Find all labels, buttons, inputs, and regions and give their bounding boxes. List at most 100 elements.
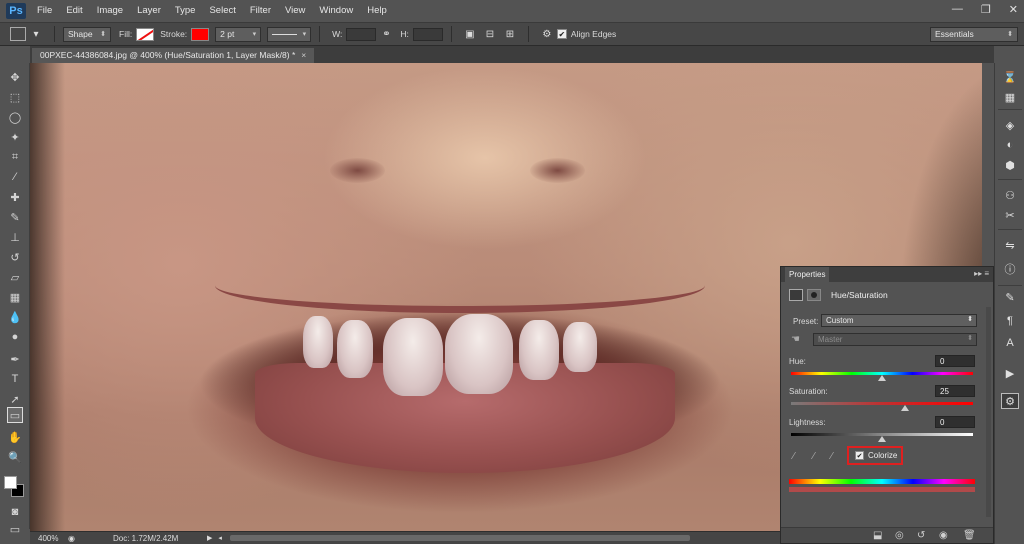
status-info-icon[interactable]: ◉ [68, 534, 75, 543]
menu-filter[interactable]: Filter [243, 0, 278, 22]
brush-presets-panel-icon[interactable]: ✂ [1001, 207, 1019, 223]
eraser-tool-icon[interactable]: ▱ [7, 269, 23, 285]
document-tab[interactable]: 00PXEC-44386084.jpg @ 400% (Hue/Saturati… [32, 48, 315, 63]
saturation-value-field[interactable]: 25 [935, 385, 975, 397]
height-field[interactable] [412, 27, 443, 41]
magic-wand-tool-icon[interactable]: ✦ [7, 129, 23, 145]
close-tab-icon[interactable]: × [301, 50, 306, 60]
actions-panel-icon[interactable]: ▶ [1001, 365, 1019, 381]
brush-panel-icon[interactable]: ✎ [1001, 289, 1019, 305]
move-tool-icon[interactable]: ✥ [7, 69, 23, 85]
hue-slider-thumb[interactable] [878, 375, 886, 381]
saturation-slider[interactable] [791, 402, 973, 405]
lightness-value-field[interactable]: 0 [935, 416, 975, 428]
align-edges-checkbox[interactable]: ✔ [556, 29, 567, 39]
crop-tool-icon[interactable]: ⌗ [7, 149, 23, 165]
adjustment-icon[interactable] [789, 289, 803, 301]
output-color-bar [789, 487, 975, 492]
view-previous-icon[interactable]: ◎ [895, 530, 904, 541]
blur-tool-icon[interactable]: 💧 [7, 309, 23, 325]
menu-view[interactable]: View [278, 0, 312, 22]
channel-dropdown[interactable]: Master ⬍ [813, 333, 977, 346]
eyedropper-icon[interactable]: ⁄ [793, 451, 795, 462]
gear-icon[interactable]: ⚙ [540, 28, 554, 40]
path-selection-tool-icon[interactable]: ➚ [7, 391, 23, 407]
visibility-eye-icon[interactable]: ◉ [939, 530, 948, 541]
eyedropper-tool-icon[interactable]: ⁄ [7, 169, 23, 185]
lightness-slider-thumb[interactable] [878, 436, 886, 442]
colorize-checkbox[interactable]: ✔ [855, 451, 864, 460]
marquee-tool-icon[interactable]: ⬚ [7, 89, 23, 105]
tool-preset-chevron-icon[interactable]: ▾ [29, 28, 43, 40]
screen-mode-icon[interactable]: ▭ [7, 521, 23, 537]
link-icon[interactable]: ⚭ [379, 28, 393, 40]
paragraph-panel-icon[interactable]: ¶ [1001, 313, 1019, 329]
clip-to-layer-icon[interactable]: ⬓ [873, 530, 882, 541]
path-arrangement-icon[interactable]: ⊞ [503, 28, 517, 40]
stroke-type-dropdown[interactable]: ▾ [267, 26, 312, 42]
zoom-level[interactable]: 400% [30, 534, 64, 543]
lasso-tool-icon[interactable]: ◯ [7, 109, 23, 125]
stroke-swatch[interactable] [191, 27, 210, 41]
pen-tool-icon[interactable]: ✒ [7, 351, 23, 367]
brush-tool-icon[interactable]: ✎ [7, 209, 23, 225]
saturation-slider-thumb[interactable] [900, 405, 909, 411]
menu-layer[interactable]: Layer [130, 0, 168, 22]
close-button[interactable]: ✕ [1009, 3, 1018, 16]
scroll-left-icon[interactable]: ◂ [218, 534, 222, 542]
channels-panel-icon[interactable]: ◐ [1001, 137, 1019, 153]
menu-help[interactable]: Help [360, 0, 394, 22]
width-label: W: [332, 29, 343, 39]
horizontal-scrollbar[interactable] [229, 535, 690, 541]
healing-brush-tool-icon[interactable]: ✚ [7, 189, 23, 205]
history-panel-icon[interactable]: ⌛ [1001, 69, 1019, 85]
layers-panel-icon[interactable]: ◈ [1001, 117, 1019, 133]
rectangle-tool-icon[interactable]: ▭ [7, 407, 23, 423]
gradient-tool-icon[interactable]: ▦ [7, 289, 23, 305]
dodge-tool-icon[interactable]: ● [7, 329, 23, 345]
paths-panel-icon[interactable]: ⬢ [1001, 157, 1019, 173]
info-panel-icon[interactable]: ⓘ [1001, 261, 1019, 277]
saturation-label: Saturation: [789, 387, 828, 396]
eyedropper-minus-icon[interactable]: ⁄ [831, 451, 833, 462]
path-alignment-icon[interactable]: ⊟ [483, 28, 497, 40]
menu-file[interactable]: File [30, 0, 59, 22]
layer-mask-icon[interactable] [807, 289, 821, 301]
type-tool-icon[interactable]: T [7, 371, 23, 387]
restore-button[interactable]: ❐ [981, 3, 991, 16]
hue-value-field[interactable]: 0 [935, 355, 975, 367]
stroke-width-dropdown[interactable]: 2 pt ▾ [215, 26, 262, 42]
status-menu-arrow-icon[interactable]: ▶ [207, 534, 212, 542]
reset-icon[interactable]: ↺ [917, 530, 925, 541]
eyedropper-plus-icon[interactable]: ⁄ [813, 451, 815, 462]
zoom-tool-icon[interactable]: 🔍 [7, 449, 23, 465]
minimize-button[interactable]: — [952, 3, 963, 16]
menu-window[interactable]: Window [312, 0, 360, 22]
clone-stamp-tool-icon[interactable]: ⊥ [7, 229, 23, 245]
fill-swatch[interactable] [136, 27, 155, 41]
panel-menu-icon[interactable]: ▸▸ ≡ [974, 269, 989, 278]
history-brush-tool-icon[interactable]: ↺ [7, 249, 23, 265]
delete-icon[interactable]: 🗑 [963, 530, 976, 541]
swatches-panel-icon[interactable]: ▦ [1001, 89, 1019, 105]
foreground-color-swatch[interactable] [4, 476, 17, 489]
hand-tool-icon[interactable]: ✋ [7, 429, 23, 445]
properties-tab[interactable]: Properties [785, 267, 830, 282]
adjustments-panel-icon[interactable]: ⇋ [1001, 237, 1019, 253]
menu-select[interactable]: Select [202, 0, 242, 22]
preset-dropdown[interactable]: Custom ⬍ [821, 314, 977, 327]
menu-image[interactable]: Image [90, 0, 130, 22]
clone-source-panel-icon[interactable]: ⚇ [1001, 187, 1019, 203]
menu-type[interactable]: Type [168, 0, 203, 22]
character-panel-icon[interactable]: A [1001, 335, 1019, 351]
shape-mode-dropdown[interactable]: Shape ⬍ [63, 26, 111, 42]
menu-edit[interactable]: Edit [59, 0, 89, 22]
quick-mask-icon[interactable]: ◙ [7, 504, 23, 520]
width-field[interactable] [346, 27, 377, 41]
rectangle-tool-icon[interactable] [10, 27, 26, 41]
targeted-adjustment-icon[interactable]: ☚ [791, 334, 800, 345]
path-operations-icon[interactable]: ▣ [463, 28, 477, 40]
properties-panel-icon[interactable]: ⚙ [1001, 393, 1019, 409]
workspace-dropdown[interactable]: Essentials ⬍ [930, 26, 1018, 42]
panel-scrollbar[interactable] [986, 307, 991, 517]
